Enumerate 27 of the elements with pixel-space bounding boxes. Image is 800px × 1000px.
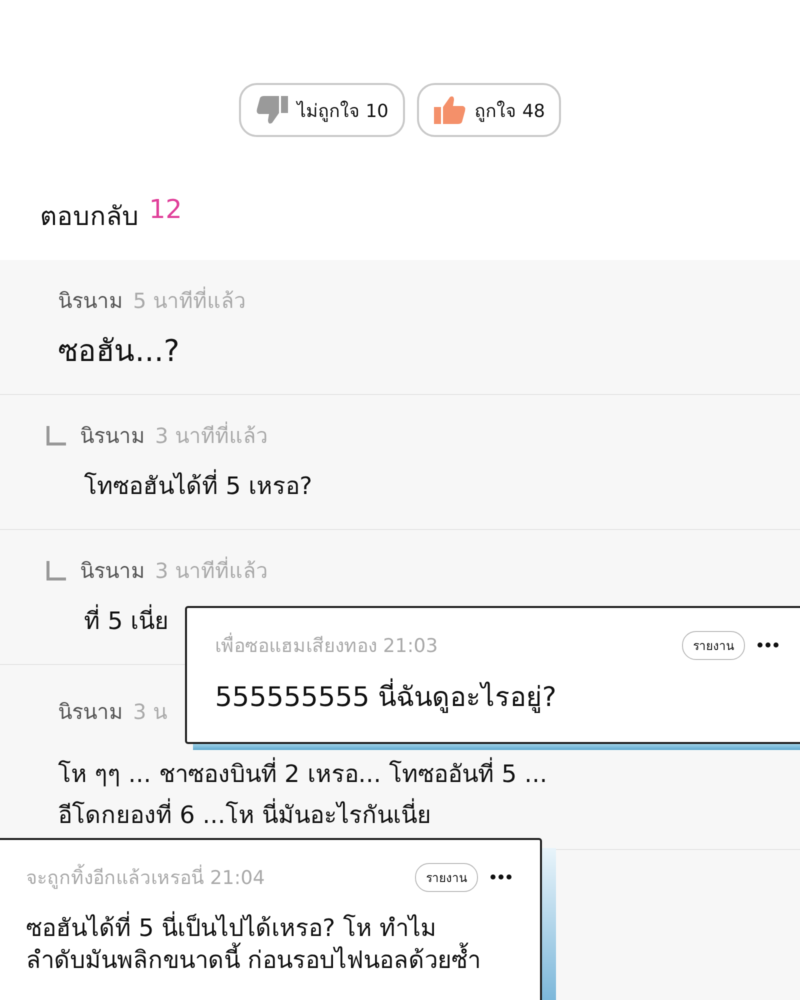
comment-author: นิรนาม xyxy=(58,699,123,726)
comment-text: 555555555 นี่ฉันดูอะไรอยู่? xyxy=(215,680,795,716)
more-icon[interactable] xyxy=(757,642,779,648)
comment-text: ซอฮันได้ที่ 5 นี่เป็นไปได้เหรอ? โห ทำไมลำดับมันพลิกขนาดนี้ ก่อนรอบไฟนอลด้วยซ้ำ xyxy=(26,912,512,977)
reply-corner-icon xyxy=(46,426,66,446)
comment-time: 5 นาทีที่แล้ว xyxy=(133,284,246,317)
comment-text: ซอฮัน...? xyxy=(58,333,181,371)
report-button[interactable]: รายงาน xyxy=(415,862,478,892)
thumbs-up-icon xyxy=(432,95,466,125)
comment-time: 3 นาทีที่แล้ว xyxy=(155,554,268,587)
thumbs-down-icon xyxy=(254,95,289,125)
reply-corner-icon xyxy=(46,560,66,580)
comment-text: อีโดกยองที่ 6 ...โห นี่มันอะไรกันเนี่ย xyxy=(58,795,780,834)
dislike-button[interactable]: ไม่ถูกใจ 10 xyxy=(238,83,404,137)
comment-text: โทซอฮันได้ที่ 5 เหรอ? xyxy=(46,466,780,505)
comment-author: นิรนาม xyxy=(80,423,145,450)
comment-text: โห ๆๆ ... ชาซองบินที่ 2 เหรอ... โทซออันที่ 5 ... xyxy=(58,754,780,793)
comment-author: จะถูกทิ้งอีกแล้วเหรอนี่ 21:04 xyxy=(26,862,403,892)
comment-time: 3 น xyxy=(133,699,168,726)
comment-time: 3 นาทีที่แล้ว xyxy=(155,419,268,452)
comment-author: นิรนาม xyxy=(80,558,145,585)
comment-author: นิรนาม xyxy=(58,288,123,315)
replies-label: ตอบกลับ xyxy=(40,201,139,234)
report-button[interactable]: รายงาน xyxy=(682,630,745,660)
reply-count: 12 xyxy=(149,195,182,227)
more-icon[interactable] xyxy=(490,874,512,880)
like-button[interactable]: ถูกใจ 48 xyxy=(416,83,562,137)
